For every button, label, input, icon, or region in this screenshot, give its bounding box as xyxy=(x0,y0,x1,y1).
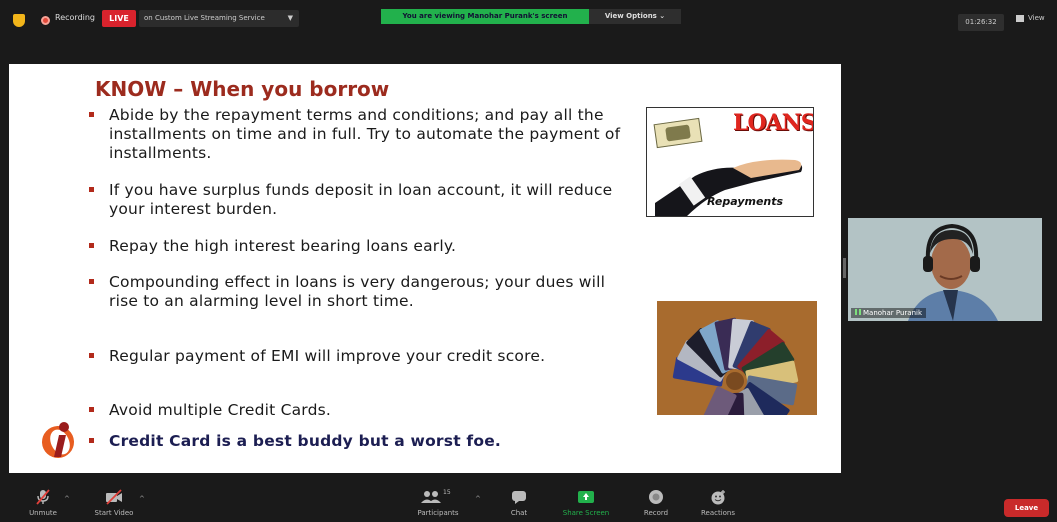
start-video-button[interactable]: Start Video xyxy=(88,489,140,517)
security-shield-icon[interactable] xyxy=(13,14,25,27)
bullet-item: If you have surplus funds deposit in loa… xyxy=(89,181,634,219)
reactions-label: Reactions xyxy=(700,509,736,517)
participants-count: 15 xyxy=(443,489,451,496)
participant-name-label: Manohar Puranik xyxy=(851,308,927,318)
meeting-toolbar: Unmute ^ Start Video ^ 15 Participants ^ xyxy=(0,487,1057,522)
share-screen-icon xyxy=(578,491,594,503)
live-badge[interactable]: LIVE xyxy=(102,10,136,27)
view-label: View xyxy=(1028,14,1045,22)
bullet-square-icon xyxy=(89,353,94,358)
video-panel-resize-handle[interactable] xyxy=(843,258,846,278)
bullet-item: Avoid multiple Credit Cards. xyxy=(89,401,634,420)
bullet-text: Credit Card is a best buddy but a worst … xyxy=(109,432,501,450)
participant-video-tile[interactable]: Manohar Puranik xyxy=(848,218,1042,321)
money-icon xyxy=(653,117,703,149)
bullet-text: Abide by the repayment terms and conditi… xyxy=(109,106,621,162)
unmute-label: Unmute xyxy=(29,509,57,517)
participants-options-caret-icon[interactable]: ^ xyxy=(475,495,481,503)
bullet-square-icon xyxy=(89,279,94,284)
chevron-down-icon: ⌄ xyxy=(659,12,666,20)
bullet-text: Repay the high interest bearing loans ea… xyxy=(109,237,457,255)
bullet-text: If you have surplus funds deposit in loa… xyxy=(109,181,613,218)
bullet-square-icon xyxy=(89,407,94,412)
view-options-button[interactable]: View Options ⌄ xyxy=(589,9,681,24)
bullet-text: Compounding effect in loans is very dang… xyxy=(109,273,606,310)
bullet-text: Avoid multiple Credit Cards. xyxy=(109,401,332,419)
chat-bubble-icon xyxy=(512,491,526,504)
meeting-timer: 01:26:32 xyxy=(958,14,1004,31)
share-screen-label: Share Screen xyxy=(562,509,610,517)
participants-icon xyxy=(421,491,441,503)
loans-word: LOANS xyxy=(733,110,814,136)
bank-logo-icon xyxy=(42,422,74,458)
record-icon xyxy=(649,490,663,504)
view-button[interactable]: View xyxy=(1016,14,1045,22)
bullet-item-emphasis: Credit Card is a best buddy but a worst … xyxy=(89,432,634,451)
reactions-smiley-icon xyxy=(711,490,725,505)
bullet-item: Regular payment of EMI will improve your… xyxy=(89,347,634,366)
stream-service-label: on Custom Live Streaming Service xyxy=(144,14,265,22)
chat-label: Chat xyxy=(510,509,528,517)
signal-bars-icon xyxy=(855,309,861,315)
participant-name: Manohar Puranik xyxy=(863,309,923,317)
credit-cards-fan-icon xyxy=(657,301,817,415)
loans-caption: Repayments xyxy=(707,195,784,208)
bullet-square-icon xyxy=(89,243,94,248)
bullet-item: Compounding effect in loans is very dang… xyxy=(89,273,634,311)
participants-icon-group: 15 xyxy=(421,489,455,505)
shared-screen-slide: KNOW – When you borrow Abide by the repa… xyxy=(9,64,841,473)
view-options-label: View Options xyxy=(604,12,657,20)
credit-cards-image xyxy=(657,301,817,415)
video-options-caret-icon[interactable]: ^ xyxy=(139,495,145,503)
bullet-item: Abide by the repayment terms and conditi… xyxy=(89,106,634,163)
gallery-grid-icon xyxy=(1016,14,1024,22)
reactions-button[interactable]: Reactions xyxy=(694,489,742,517)
record-button[interactable]: Record xyxy=(637,489,675,517)
record-label: Record xyxy=(643,509,669,517)
loans-repayments-image: LOANS Repayments xyxy=(646,107,814,217)
recording-icon xyxy=(41,16,50,25)
bullet-square-icon xyxy=(89,438,94,443)
slide-title: KNOW – When you borrow xyxy=(95,77,390,101)
audio-options-caret-icon[interactable]: ^ xyxy=(64,495,70,503)
stream-service-dropdown[interactable]: on Custom Live Streaming Service ▼ xyxy=(139,10,299,27)
recording-label: Recording xyxy=(55,13,96,22)
start-video-label: Start Video xyxy=(94,509,134,517)
leave-meeting-button[interactable]: Leave xyxy=(1004,499,1049,517)
unmute-button[interactable]: Unmute xyxy=(20,489,66,517)
chat-button[interactable]: Chat xyxy=(504,489,534,517)
bullet-square-icon xyxy=(89,112,94,117)
bullet-item: Repay the high interest bearing loans ea… xyxy=(89,237,634,256)
meeting-top-bar: Recording LIVE on Custom Live Streaming … xyxy=(0,0,1057,44)
bullet-square-icon xyxy=(89,187,94,192)
participants-button[interactable]: 15 Participants xyxy=(410,489,466,517)
video-off-icon xyxy=(106,489,122,505)
participants-label: Participants xyxy=(417,509,459,517)
share-screen-button[interactable]: Share Screen xyxy=(557,489,615,517)
muted-microphone-icon xyxy=(36,489,50,505)
chevron-down-icon: ▼ xyxy=(287,14,293,22)
participant-video-feed xyxy=(848,218,1042,321)
screen-share-banner: You are viewing Manohar Purank's screen xyxy=(381,9,589,24)
bullet-text: Regular payment of EMI will improve your… xyxy=(109,347,546,365)
